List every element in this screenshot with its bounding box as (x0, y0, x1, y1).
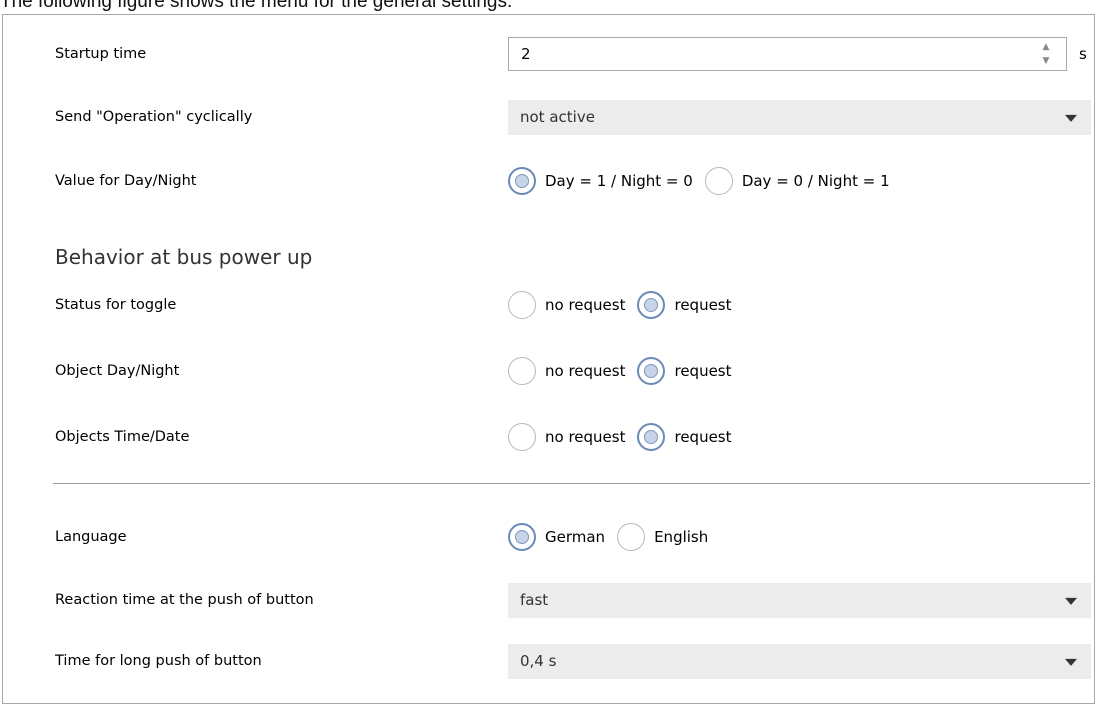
radio-option-label: English (654, 528, 709, 546)
startup-time-row: Startup time 2 ▲ ▼ s (3, 34, 1094, 74)
language-row: Language German English (3, 517, 1094, 557)
day-night-value-label: Value for Day/Night (55, 173, 197, 189)
radio-checked-icon[interactable] (637, 291, 666, 319)
radio-option-label: Day = 1 / Night = 0 (545, 172, 693, 190)
radio-unchecked-icon[interactable] (508, 423, 536, 451)
startup-time-label: Startup time (55, 46, 147, 62)
send-operation-control: not active (508, 97, 1091, 137)
startup-time-control: 2 ▲ ▼ s (508, 34, 1087, 74)
chevron-down-icon[interactable] (1065, 597, 1077, 605)
radio-checked-icon[interactable] (637, 423, 666, 451)
radio-unchecked-icon[interactable] (617, 523, 646, 551)
send-operation-select[interactable]: not active (508, 99, 1091, 135)
day-night-option-2[interactable]: Day = 0 / Night = 1 (704, 167, 890, 195)
status-toggle-row: Status for toggle no request request (3, 285, 1094, 325)
radio-unchecked-icon[interactable] (704, 167, 733, 195)
divider (53, 483, 1090, 484)
reaction-time-label: Reaction time at the push of button (55, 592, 314, 608)
day-night-value-radio-group: Day = 1 / Night = 0 Day = 0 / Night = 1 (508, 161, 902, 201)
radio-checked-icon[interactable] (508, 523, 536, 551)
objects-time-date-row: Objects Time/Date no request request (3, 417, 1094, 457)
long-push-select[interactable]: 0,4 s (508, 643, 1091, 679)
spin-arrows[interactable]: ▲ ▼ (1040, 42, 1052, 66)
chevron-down-icon[interactable] (1065, 114, 1077, 122)
section-title: Behavior at bus power up (55, 245, 313, 269)
radio-unchecked-icon[interactable] (508, 291, 536, 319)
status-toggle-request[interactable]: request (637, 291, 732, 319)
objects-time-date-no-request[interactable]: no request (508, 423, 625, 451)
status-toggle-no-request[interactable]: no request (508, 291, 625, 319)
object-day-night-no-request[interactable]: no request (508, 357, 625, 385)
send-operation-label: Send "Operation" cyclically (55, 109, 253, 125)
reaction-time-control: fast (508, 580, 1091, 620)
status-toggle-radio-group: no request request (508, 285, 744, 325)
figure-caption: The following figure shows the menu for … (0, 0, 513, 12)
objects-time-date-request[interactable]: request (637, 423, 732, 451)
language-english[interactable]: English (617, 523, 708, 551)
object-day-night-row: Object Day/Night no request request (3, 351, 1094, 391)
radio-checked-icon[interactable] (508, 167, 536, 195)
reaction-time-value: fast (520, 591, 549, 609)
object-day-night-request[interactable]: request (637, 357, 732, 385)
general-settings-panel: Startup time 2 ▲ ▼ s Send "Operation" cy… (2, 14, 1095, 704)
spin-down-icon[interactable]: ▼ (1043, 56, 1050, 66)
language-radio-group: German English (508, 517, 720, 557)
send-operation-value: not active (520, 108, 595, 126)
day-night-option-1[interactable]: Day = 1 / Night = 0 (508, 167, 693, 195)
startup-time-input[interactable]: 2 ▲ ▼ (508, 37, 1067, 71)
reaction-time-select[interactable]: fast (508, 582, 1091, 618)
long-push-control: 0,4 s (508, 641, 1091, 681)
long-push-value: 0,4 s (520, 652, 557, 670)
radio-option-label: no request (545, 362, 626, 380)
radio-option-label: request (674, 296, 732, 314)
radio-option-label: request (674, 428, 732, 446)
long-push-label: Time for long push of button (55, 653, 262, 669)
radio-option-label: no request (545, 296, 626, 314)
radio-option-label: no request (545, 428, 626, 446)
language-label: Language (55, 529, 127, 545)
chevron-down-icon[interactable] (1065, 658, 1077, 666)
startup-time-value: 2 (521, 45, 531, 63)
radio-option-label: request (674, 362, 732, 380)
radio-option-label: German (545, 528, 606, 546)
day-night-value-row: Value for Day/Night Day = 1 / Night = 0 … (3, 161, 1094, 201)
objects-time-date-label: Objects Time/Date (55, 429, 190, 445)
send-operation-row: Send "Operation" cyclically not active (3, 97, 1094, 137)
spin-up-icon[interactable]: ▲ (1043, 42, 1050, 52)
reaction-time-row: Reaction time at the push of button fast (3, 580, 1094, 620)
radio-checked-icon[interactable] (637, 357, 666, 385)
startup-time-unit: s (1079, 45, 1087, 63)
objects-time-date-radio-group: no request request (508, 417, 744, 457)
radio-unchecked-icon[interactable] (508, 357, 536, 385)
language-german[interactable]: German (508, 523, 605, 551)
status-toggle-label: Status for toggle (55, 297, 177, 313)
long-push-row: Time for long push of button 0,4 s (3, 641, 1094, 681)
object-day-night-label: Object Day/Night (55, 363, 180, 379)
radio-option-label: Day = 0 / Night = 1 (741, 172, 890, 190)
object-day-night-radio-group: no request request (508, 351, 744, 391)
